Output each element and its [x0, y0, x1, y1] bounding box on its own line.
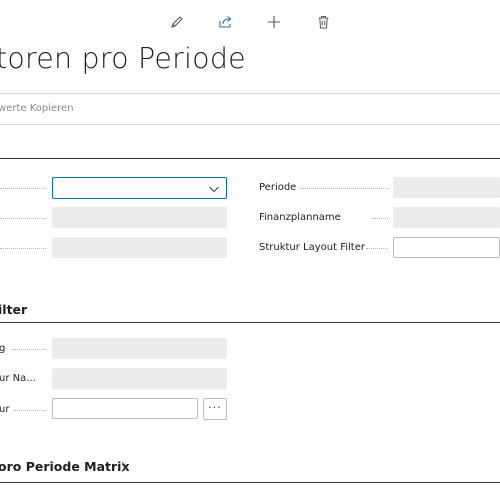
leader-dots — [12, 349, 46, 351]
readonly-field — [52, 237, 227, 258]
field-label-finanzplanname: Finanzplanname — [259, 212, 341, 223]
readonly-field — [52, 207, 227, 228]
leader-dots — [0, 248, 46, 250]
matrix-section-divider — [0, 482, 500, 483]
lookup-button[interactable]: ··· — [203, 398, 227, 420]
dropdown-field[interactable] — [52, 177, 227, 199]
chevron-right-icon[interactable] — [120, 461, 129, 473]
pencil-icon[interactable] — [168, 13, 186, 31]
leader-dots — [0, 218, 46, 220]
action-bar-divider-top — [0, 93, 500, 94]
field-label-periode: Periode — [259, 182, 297, 193]
leader-dots — [0, 188, 46, 190]
filter-field — [52, 368, 227, 389]
leader-dots — [372, 218, 388, 220]
trash-icon[interactable] — [314, 13, 332, 31]
leader-dots — [14, 410, 46, 412]
field-label-struktur-layout-filter: Struktur Layout Filter — [259, 242, 365, 253]
filter-field-label: ur — [0, 404, 10, 415]
action-bar-divider-bottom — [0, 124, 500, 125]
filter-section-divider — [0, 322, 500, 323]
filter-field-label: g — [0, 343, 6, 354]
filter-lookup-field[interactable] — [52, 398, 198, 419]
filter-field-label: ur Na... — [0, 373, 36, 384]
leader-dots — [300, 188, 388, 190]
struktur-layout-filter-field[interactable] — [393, 237, 500, 258]
finanzplanname-field — [393, 207, 500, 228]
filter-section-title[interactable]: ilter — [0, 302, 27, 317]
share-icon[interactable] — [216, 13, 234, 31]
filter-field — [52, 338, 227, 359]
periode-field — [393, 177, 500, 198]
chevron-down-icon — [209, 186, 219, 193]
page-title: toren pro Periode — [0, 42, 246, 75]
matrix-section-title[interactable]: oro Periode Matrix — [0, 459, 130, 474]
copy-values-action[interactable]: werte Kopieren — [0, 103, 74, 114]
plus-icon[interactable] — [265, 13, 283, 31]
general-section-divider — [0, 158, 500, 159]
leader-dots — [366, 248, 388, 250]
